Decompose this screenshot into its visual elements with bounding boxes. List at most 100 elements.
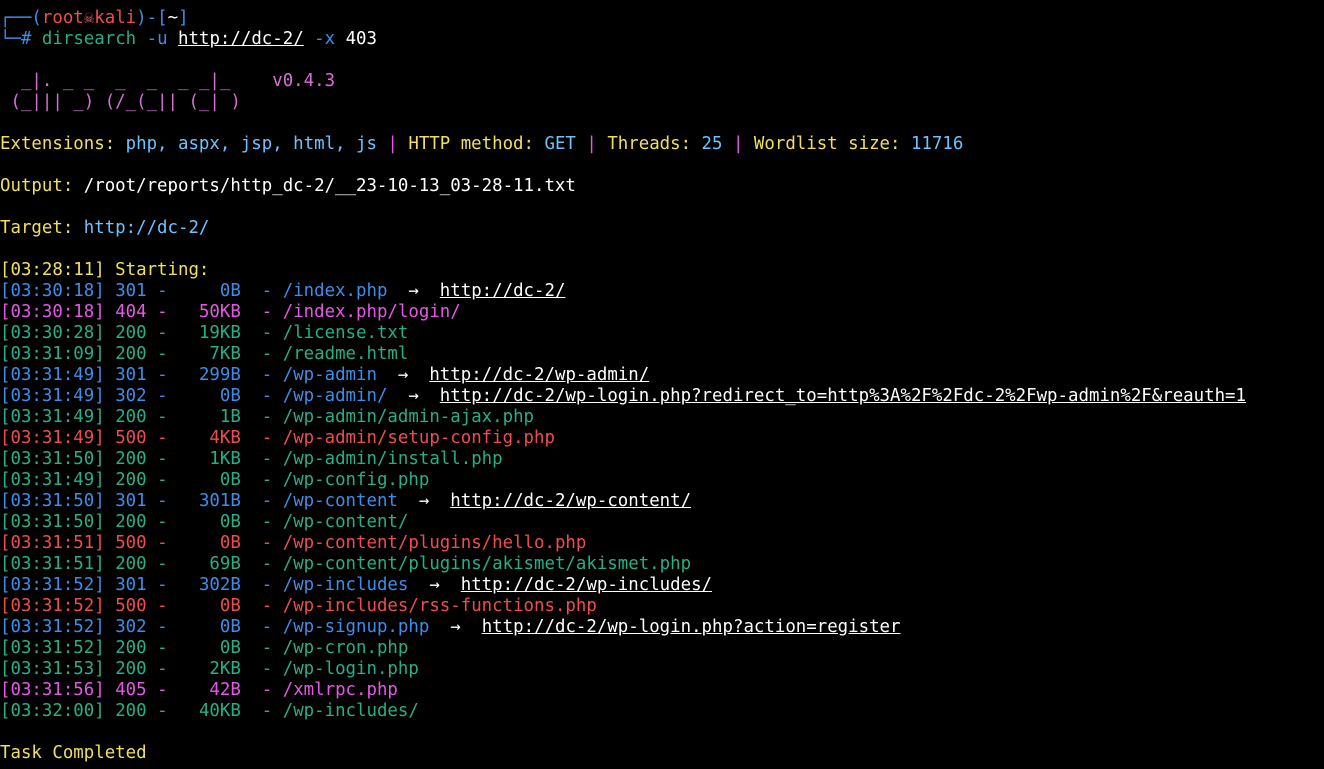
command-line[interactable]: └─# dirsearch -u http://dc-2/ -x 403 (0, 29, 1324, 50)
result-time: [03:31:51] (0, 533, 105, 553)
threads-label: Threads: (607, 134, 702, 154)
result-row: [03:31:49] 302 - 0B - /wp-admin/ → http:… (0, 386, 1246, 406)
result-redirect-link[interactable]: http://dc-2/wp-content/ (450, 491, 691, 511)
output-path: /root/reports/http_dc-2/__23-10-13_03-28… (83, 176, 576, 196)
result-path: /wp-content/ (282, 512, 409, 532)
result-time: [03:31:09] (0, 344, 105, 364)
result-size: 40KB (198, 701, 241, 721)
result-time: [03:30:28] (0, 323, 105, 343)
result-time: [03:31:50] (0, 449, 105, 469)
result-status-code: 200 (115, 701, 147, 721)
result-redirect-link[interactable]: http://dc-2/ (440, 281, 566, 301)
result-row: [03:31:50] 301 - 301B - /wp-content → ht… (0, 491, 692, 511)
result-path: /index.php (282, 281, 388, 301)
command-flag-x: -x (303, 29, 346, 49)
result-row: [03:31:50] 200 - 1KB - /wp-admin/install… (0, 449, 503, 469)
prompt-header: ┌──(root☠kali)-[~] (0, 8, 1324, 29)
result-redirect-link[interactable]: http://dc-2/wp-login.php?redirect_to=htt… (440, 386, 1246, 406)
starting-line: [03:28:11] Starting: (0, 260, 1324, 281)
result-row: [03:31:49] 200 - 1B - /wp-admin/admin-aj… (0, 407, 535, 427)
result-row: [03:31:09] 200 - 7KB - /readme.html (0, 344, 409, 364)
result-size: 50KB (198, 302, 241, 322)
result-row: [03:31:52] 500 - 0B - /wp-includes/rss-f… (0, 596, 597, 616)
result-status-code: 301 (115, 575, 147, 595)
banner-line-2: (_||| _) (/_(_|| (_| ) (0, 92, 241, 112)
result-status-code: 301 (115, 365, 147, 385)
result-row: [03:30:18] 301 - 0B - /index.php → http:… (0, 281, 566, 301)
result-redirect-link[interactable]: http://dc-2/wp-login.php?action=register (482, 617, 901, 637)
result-size: 0B (219, 596, 241, 616)
result-path: /wp-includes/ (282, 701, 419, 721)
result-path: /wp-content/plugins/hello.php (282, 533, 587, 553)
result-path: /wp-signup.php (282, 617, 430, 637)
result-size: 0B (219, 386, 241, 406)
result-path: /wp-content (282, 491, 398, 511)
method-value: GET (544, 134, 576, 154)
method-label: HTTP method: (408, 134, 545, 154)
scan-info: Extensions: php, aspx, jsp, html, js | H… (0, 134, 1324, 155)
result-size: 301B (198, 491, 241, 511)
result-time: [03:31:52] (0, 575, 105, 595)
result-row: [03:31:53] 200 - 2KB - /wp-login.php (0, 659, 419, 679)
results-list: [03:30:18] 301 - 0B - /index.php → http:… (0, 281, 1324, 722)
result-path: /license.txt (282, 323, 409, 343)
result-path: /wp-admin/admin-ajax.php (282, 407, 535, 427)
separator: | (376, 134, 409, 154)
result-path: /xmlrpc.php (282, 680, 398, 700)
result-row: [03:31:52] 302 - 0B - /wp-signup.php → h… (0, 617, 901, 637)
command-flag-u: -u (136, 29, 179, 49)
result-size: 0B (219, 470, 241, 490)
result-row: [03:31:52] 200 - 0B - /wp-cron.php (0, 638, 409, 658)
result-path: /wp-includes/rss-functions.php (282, 596, 597, 616)
result-status-code: 200 (115, 470, 147, 490)
result-path: /wp-content/plugins/akismet/akismet.php (282, 554, 692, 574)
result-time: [03:31:52] (0, 596, 105, 616)
result-size: 0B (219, 512, 241, 532)
result-redirect-link[interactable]: http://dc-2/wp-admin/ (429, 365, 649, 385)
result-row: [03:32:00] 200 - 40KB - /wp-includes/ (0, 701, 419, 721)
prompt-frame-end: ] (178, 8, 189, 28)
redirect-arrow-icon: → (376, 365, 430, 385)
result-path: /wp-includes (282, 575, 409, 595)
result-status-code: 500 (115, 533, 147, 553)
result-row: [03:31:49] 301 - 299B - /wp-admin → http… (0, 365, 650, 385)
result-size: 299B (198, 365, 241, 385)
prompt-frame-bottom: └─ (0, 29, 21, 49)
starting-time: [03:28:11] (0, 260, 105, 280)
result-redirect-link[interactable]: http://dc-2/wp-includes/ (461, 575, 712, 595)
command-url[interactable]: http://dc-2/ (178, 29, 304, 49)
prompt-frame-top: ┌──( (0, 8, 42, 28)
result-path: /wp-cron.php (282, 638, 409, 658)
output-label: Output: (0, 176, 84, 196)
result-path: /wp-admin (282, 365, 377, 385)
result-time: [03:31:49] (0, 407, 105, 427)
result-size: 69B (209, 554, 241, 574)
result-status-code: 200 (115, 638, 147, 658)
result-row: [03:30:28] 200 - 19KB - /license.txt (0, 323, 409, 343)
starting-text: Starting: (104, 260, 210, 280)
result-time: [03:31:49] (0, 428, 105, 448)
prompt-cwd: ~ (167, 8, 179, 28)
result-status-code: 500 (115, 596, 147, 616)
prompt-host: kali (94, 8, 137, 28)
result-size: 1B (219, 407, 241, 427)
task-completed: Task Completed (0, 743, 147, 763)
result-size: 7KB (209, 344, 241, 364)
result-size: 1KB (209, 449, 241, 469)
result-time: [03:32:00] (0, 701, 105, 721)
banner-line-1: _|. _ _ _ _ _ _|_ v0.4.3 (0, 71, 336, 91)
target-url: http://dc-2/ (83, 218, 210, 238)
result-size: 42B (209, 680, 241, 700)
result-status-code: 301 (115, 491, 147, 511)
terminal-window[interactable]: ┌──(root☠kali)-[~] └─# dirsearch -u http… (0, 0, 1324, 769)
skull-icon: ☠ (83, 8, 95, 28)
result-time: [03:31:49] (0, 365, 105, 385)
prompt-hash: # (20, 29, 42, 49)
result-path: /index.php/login/ (282, 302, 461, 322)
result-size: 4KB (209, 428, 241, 448)
result-time: [03:31:49] (0, 386, 105, 406)
redirect-arrow-icon: → (387, 386, 440, 406)
result-status-code: 200 (115, 554, 147, 574)
